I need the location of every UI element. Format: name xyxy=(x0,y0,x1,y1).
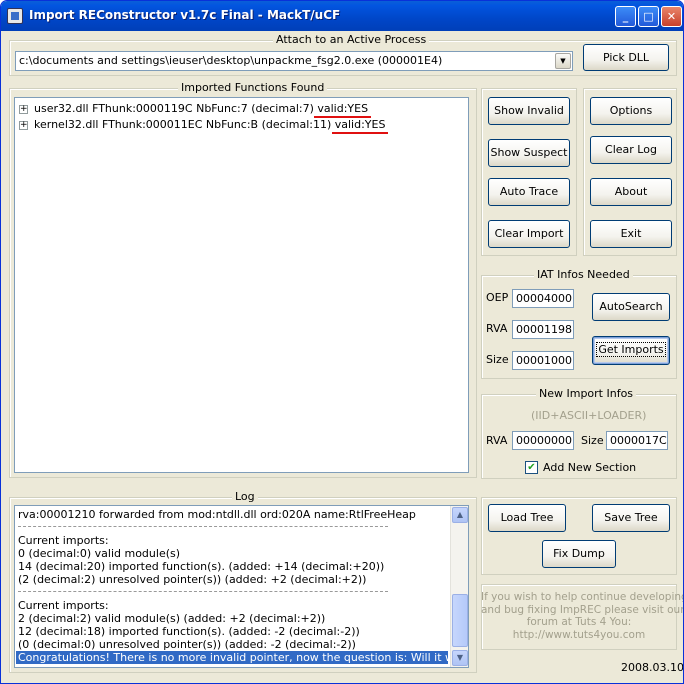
rva-label: RVA xyxy=(486,322,508,335)
tree-row-valid: valid:YES xyxy=(334,118,386,131)
imports-frame-label: Imported Functions Found xyxy=(178,81,328,94)
minimize-button[interactable]: _ xyxy=(615,6,636,27)
scroll-down-icon[interactable]: ▼ xyxy=(452,650,468,666)
oep-label: OEP xyxy=(486,291,509,304)
expand-icon[interactable]: + xyxy=(19,121,28,130)
tree-row[interactable]: + kernel32.dll FThunk:000011EC NbFunc:B (… xyxy=(19,118,385,132)
log-line: 14 (decimal:20) imported function(s). (a… xyxy=(18,560,385,573)
clear-log-button[interactable]: Clear Log xyxy=(590,136,672,164)
info-line: forum at Tuts 4 You: xyxy=(526,616,632,628)
autosearch-button[interactable]: AutoSearch xyxy=(592,293,670,321)
maximize-button[interactable]: □ xyxy=(638,6,659,27)
log-line: (2 (decimal:2) unresolved pointer(s)) (a… xyxy=(18,573,367,586)
new-size-label: Size xyxy=(581,434,604,447)
tree-row-text: user32.dll FThunk:0000119C NbFunc:7 (dec… xyxy=(34,102,318,115)
log-line: Current imports: xyxy=(18,599,109,612)
pick-dll-label: Pick DLL xyxy=(602,51,650,64)
save-tree-button[interactable]: Save Tree xyxy=(592,504,670,532)
get-imports-label: Get Imports xyxy=(596,342,666,357)
log-frame-label: Log xyxy=(232,490,258,503)
oep-input[interactable]: 00004000 xyxy=(512,289,574,308)
size-label: Size xyxy=(486,353,509,366)
log-list[interactable]: rva:00001210 forwarded from mod:ntdll.dl… xyxy=(14,505,469,668)
scroll-thumb[interactable] xyxy=(452,594,468,647)
info-text: If you wish to help continue developing … xyxy=(481,591,684,641)
new-import-hint: (IID+ASCII+LOADER) xyxy=(531,409,647,422)
new-size-input[interactable]: 0000017C xyxy=(606,431,668,450)
close-button[interactable]: ✕ xyxy=(661,6,682,27)
version-date: 2008.03.10 xyxy=(621,661,684,674)
tree-row-text: kernel32.dll FThunk:000011EC NbFunc:B (d… xyxy=(34,118,335,131)
fix-dump-button[interactable]: Fix Dump xyxy=(542,540,616,568)
log-line-selected[interactable]: Congratulations! There is no more invali… xyxy=(16,651,468,664)
exit-button[interactable]: Exit xyxy=(590,220,672,248)
auto-trace-button[interactable]: Auto Trace xyxy=(488,178,570,206)
log-line: 12 (decimal:18) imported function(s). (a… xyxy=(18,625,360,638)
log-separator xyxy=(18,526,388,527)
expand-icon[interactable]: + xyxy=(19,105,28,114)
show-suspect-button[interactable]: Show Suspect xyxy=(488,139,570,167)
options-button[interactable]: Options xyxy=(590,97,672,125)
new-rva-input[interactable]: 00000000 xyxy=(512,431,574,450)
process-select[interactable]: c:\documents and settings\ieuser\desktop… xyxy=(15,51,573,71)
log-line: (0 (decimal:0) unresolved pointer(s)) (a… xyxy=(18,638,356,651)
iat-frame-label: IAT Infos Needed xyxy=(534,268,633,281)
new-import-frame-label: New Import Infos xyxy=(536,387,637,400)
title-bar[interactable]: Import REConstructor v1.7c Final - MackT… xyxy=(1,1,683,31)
log-line: 0 (decimal:0) valid module(s) xyxy=(18,547,181,560)
log-scrollbar[interactable]: ▲ ▼ xyxy=(450,506,468,667)
get-imports-button[interactable]: Get Imports xyxy=(592,336,670,365)
info-line: and bug fixing ImpREC please visit our xyxy=(481,603,684,616)
info-line: http://www.tuts4you.com xyxy=(512,628,646,641)
log-line: rva:00001210 forwarded from mod:ntdll.dl… xyxy=(18,508,416,521)
size-input[interactable]: 00001000 xyxy=(512,351,574,370)
process-select-value: c:\documents and settings\ieuser\desktop… xyxy=(19,54,443,67)
clear-import-button[interactable]: Clear Import xyxy=(488,220,570,248)
log-line: Current imports: xyxy=(18,534,109,547)
log-separator xyxy=(18,591,388,592)
main-window: Import REConstructor v1.7c Final - MackT… xyxy=(0,0,684,684)
add-new-section-label[interactable]: Add New Section xyxy=(543,461,636,474)
tree-row[interactable]: + user32.dll FThunk:0000119C NbFunc:7 (de… xyxy=(19,102,368,116)
add-new-section-checkbox[interactable]: ✔ xyxy=(525,461,538,474)
rva-input[interactable]: 00001198 xyxy=(512,320,574,339)
pick-dll-button[interactable]: Pick DLL xyxy=(583,44,669,71)
new-rva-label: RVA xyxy=(486,434,508,447)
show-invalid-button[interactable]: Show Invalid xyxy=(488,97,570,125)
info-line: If you wish to help continue developing xyxy=(481,591,684,603)
log-line: 2 (decimal:2) valid module(s) (added: +2… xyxy=(18,612,326,625)
load-tree-button[interactable]: Load Tree xyxy=(488,504,566,532)
dropdown-arrow-icon[interactable]: ▼ xyxy=(555,53,571,69)
window-title: Import REConstructor v1.7c Final - MackT… xyxy=(29,8,341,22)
scroll-up-icon[interactable]: ▲ xyxy=(452,507,468,523)
imports-tree[interactable]: + user32.dll FThunk:0000119C NbFunc:7 (de… xyxy=(14,97,469,473)
about-button[interactable]: About xyxy=(590,178,672,206)
tree-row-valid: valid:YES xyxy=(317,102,369,115)
attach-frame-label: Attach to an Active Process xyxy=(273,33,430,46)
app-icon[interactable] xyxy=(7,8,23,24)
